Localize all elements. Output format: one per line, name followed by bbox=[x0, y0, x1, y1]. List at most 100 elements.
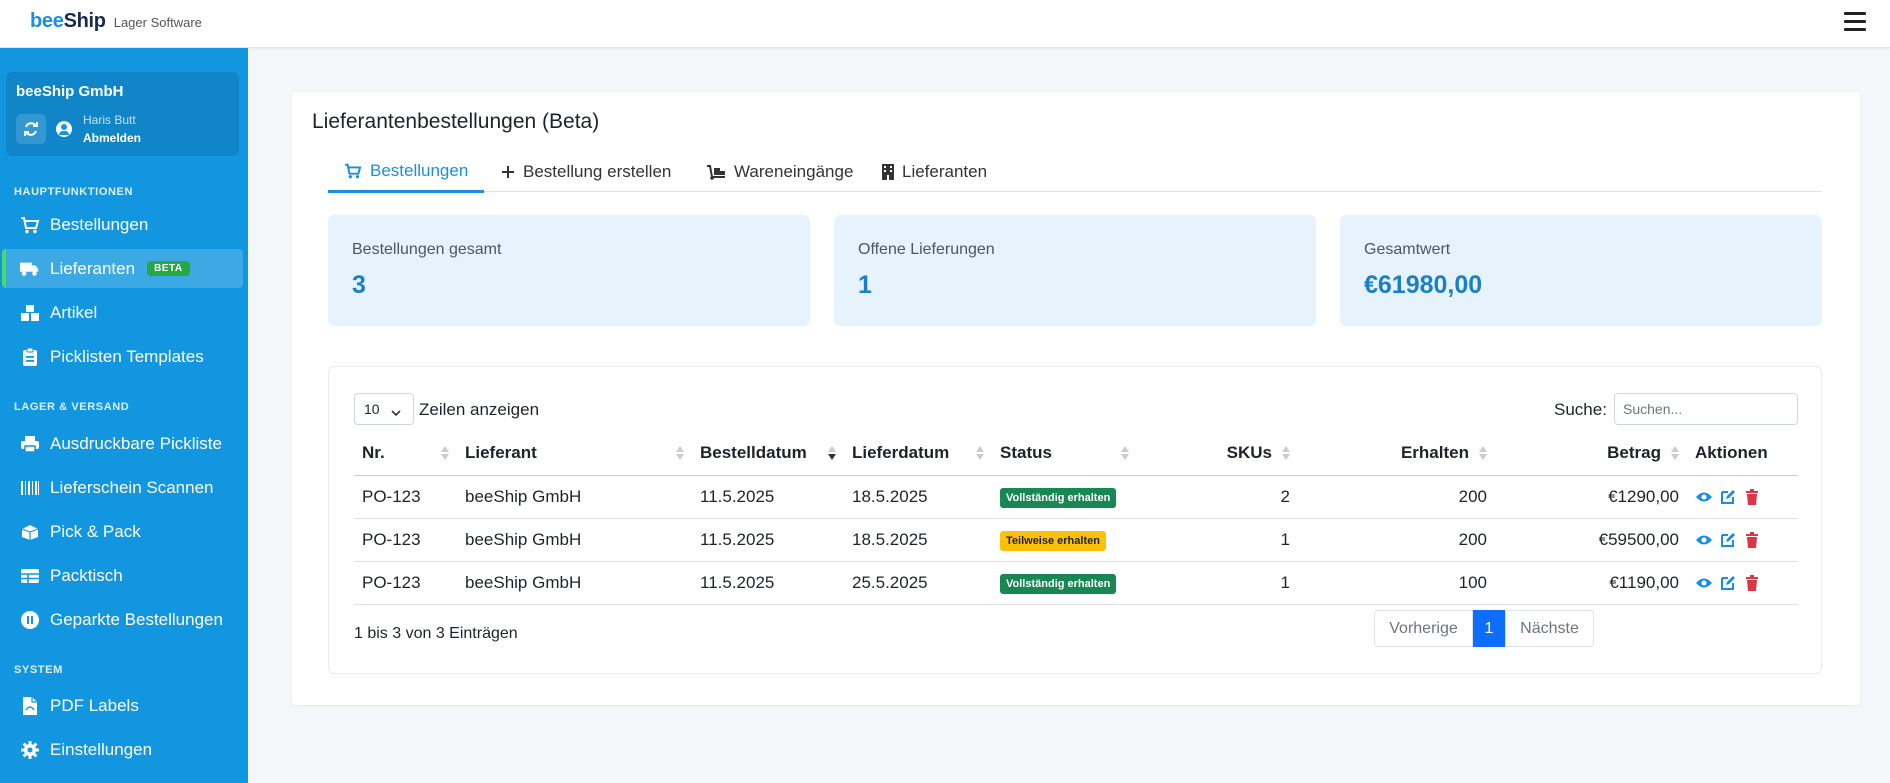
sidebar-item-label: Picklisten Templates bbox=[50, 346, 204, 366]
column-header-skus[interactable]: SKUs bbox=[1137, 431, 1298, 476]
sidebar-item-einstellungen[interactable]: Einstellungen bbox=[2, 730, 243, 769]
sidebar-item-label: Ausdruckbare Pickliste bbox=[50, 433, 222, 453]
tab-bestellungen[interactable]: Bestellungen bbox=[328, 152, 485, 193]
view-icon[interactable] bbox=[1695, 488, 1713, 506]
sidebar-item-picklisten-templates[interactable]: Picklisten Templates bbox=[2, 337, 243, 376]
brand-name-part1: bee bbox=[30, 10, 64, 32]
sidebar-item-pdf-labels[interactable]: PDF Labels bbox=[2, 686, 243, 725]
sort-icon bbox=[441, 446, 449, 460]
search-label: Suche: bbox=[1554, 400, 1607, 419]
search-input[interactable] bbox=[1614, 393, 1798, 425]
page-title: Lieferantenbestellungen (Beta) bbox=[312, 110, 600, 133]
pagination-page-button[interactable]: 1 bbox=[1473, 610, 1505, 647]
cell-nr: PO-123 bbox=[354, 518, 457, 562]
delete-icon[interactable] bbox=[1743, 488, 1761, 506]
sidebar-item-ausdruckbare-pickliste[interactable]: Ausdruckbare Pickliste bbox=[2, 424, 243, 463]
building-icon bbox=[882, 164, 894, 180]
cell-order-date: 11.5.2025 bbox=[692, 475, 844, 519]
table-header-row: Nr. Lieferant Bestelldatum Lieferdatum S… bbox=[354, 431, 1798, 476]
page-length-select[interactable]: 10 bbox=[354, 393, 414, 425]
column-header-label: Status bbox=[1000, 442, 1052, 462]
cell-amount: €1190,00 bbox=[1495, 561, 1687, 605]
sidebar-item-geparkte-bestellungen[interactable]: Geparkte Bestellungen bbox=[2, 600, 243, 639]
delete-icon[interactable] bbox=[1743, 574, 1761, 592]
cell-supplier: beeShip GmbH bbox=[457, 475, 692, 519]
cell-received: 100 bbox=[1298, 561, 1495, 605]
stat-value: 3 bbox=[352, 271, 366, 299]
edit-icon[interactable] bbox=[1719, 574, 1737, 592]
edit-icon[interactable] bbox=[1719, 488, 1737, 506]
column-header-lieferant[interactable]: Lieferant bbox=[457, 431, 692, 476]
column-header-lieferdatum[interactable]: Lieferdatum bbox=[844, 431, 992, 476]
cell-order-date: 11.5.2025 bbox=[692, 561, 844, 605]
sidebar-item-lieferschein-scannen[interactable]: Lieferschein Scannen bbox=[2, 468, 243, 507]
pagination-prev-button[interactable]: Vorherige bbox=[1374, 610, 1473, 647]
section-title-system: SYSTEM bbox=[14, 664, 63, 676]
brand-subtitle: Lager Software bbox=[113, 15, 202, 30]
brand-logo[interactable]: bee Ship Lager Software bbox=[30, 10, 202, 33]
main-card: Lieferantenbestellungen (Beta) Bestellun… bbox=[292, 92, 1860, 705]
sync-icon bbox=[24, 122, 38, 136]
cell-supplier: beeShip GmbH bbox=[457, 561, 692, 605]
account-card: beeShip GmbH Haris Butt Abmelden bbox=[6, 72, 239, 156]
stat-card-total-orders: Bestellungen gesamt 3 bbox=[328, 215, 810, 326]
sidebar-item-lieferanten[interactable]: Lieferanten BETA bbox=[2, 249, 243, 288]
sidebar-item-label: Lieferanten bbox=[50, 258, 136, 278]
user-icon bbox=[56, 121, 72, 137]
status-badge: Teilweise erhalten bbox=[1000, 530, 1106, 551]
edit-icon[interactable] bbox=[1719, 531, 1737, 549]
stat-card-total-value: Gesamtwert €61980,00 bbox=[1340, 215, 1822, 326]
stat-label: Offene Lieferungen bbox=[858, 241, 995, 258]
sync-button[interactable] bbox=[16, 114, 46, 144]
brand-name-part2: Ship bbox=[63, 10, 106, 32]
sort-icon bbox=[676, 446, 684, 460]
cell-skus: 1 bbox=[1137, 561, 1298, 605]
sidebar-item-label: Geparkte Bestellungen bbox=[50, 609, 223, 629]
sidebar-item-packtisch[interactable]: Packtisch bbox=[2, 556, 243, 595]
view-icon[interactable] bbox=[1695, 531, 1713, 549]
column-header-betrag[interactable]: Betrag bbox=[1495, 431, 1687, 476]
delete-icon[interactable] bbox=[1743, 531, 1761, 549]
column-header-label: Betrag bbox=[1607, 442, 1661, 462]
barcode-icon bbox=[20, 478, 40, 498]
view-icon[interactable] bbox=[1695, 574, 1713, 592]
page-length-label: Zeilen anzeigen bbox=[419, 400, 540, 419]
sidebar-item-pick-pack[interactable]: Pick & Pack bbox=[2, 512, 243, 551]
sort-icon bbox=[1121, 446, 1129, 460]
table-row: PO-123 beeShip GmbH 11.5.2025 25.5.2025 … bbox=[354, 561, 1798, 605]
tab-wareneingaenge[interactable]: Wareneingänge bbox=[690, 152, 869, 192]
cell-status: Vollständig erhalten bbox=[992, 475, 1137, 519]
pdf-icon bbox=[20, 696, 40, 716]
column-header-aktionen: Aktionen bbox=[1687, 431, 1798, 476]
stat-card-open-deliveries: Offene Lieferungen 1 bbox=[834, 215, 1316, 326]
cell-order-date: 11.5.2025 bbox=[692, 518, 844, 562]
section-title-main: HAUPTFUNKTIONEN bbox=[14, 186, 133, 198]
column-header-nr[interactable]: Nr. bbox=[354, 431, 457, 476]
cell-supplier: beeShip GmbH bbox=[457, 518, 692, 562]
column-header-erhalten[interactable]: Erhalten bbox=[1298, 431, 1495, 476]
tab-bestellung-erstellen[interactable]: Bestellung erstellen bbox=[485, 152, 687, 192]
column-header-label: Aktionen bbox=[1695, 442, 1768, 462]
sidebar-item-bestellungen[interactable]: Bestellungen bbox=[2, 205, 243, 244]
column-header-bestelldatum[interactable]: Bestelldatum bbox=[692, 431, 844, 476]
plus-icon bbox=[501, 165, 515, 179]
cell-status: Vollständig erhalten bbox=[992, 561, 1137, 605]
stat-value: 1 bbox=[858, 271, 872, 299]
column-header-status[interactable]: Status bbox=[992, 431, 1137, 476]
cell-nr: PO-123 bbox=[354, 561, 457, 605]
column-header-label: Erhalten bbox=[1400, 442, 1469, 462]
sidebar-item-label: Einstellungen bbox=[50, 739, 153, 759]
cell-received: 200 bbox=[1298, 475, 1495, 519]
stat-value: €61980,00 bbox=[1364, 271, 1483, 299]
page-length-value: 10 bbox=[364, 401, 380, 417]
tab-label: Bestellungen bbox=[370, 161, 469, 180]
sort-icon bbox=[1282, 446, 1290, 460]
tab-lieferanten[interactable]: Lieferanten bbox=[866, 152, 1003, 192]
pagination: Vorherige 1 Nächste bbox=[1374, 610, 1594, 647]
cell-skus: 2 bbox=[1137, 475, 1298, 519]
pagination-next-button[interactable]: Nächste bbox=[1505, 610, 1594, 647]
menu-toggle-icon[interactable] bbox=[1844, 12, 1866, 34]
column-header-label: Bestelldatum bbox=[700, 442, 807, 462]
logout-link[interactable]: Abmelden bbox=[83, 131, 141, 145]
sidebar-item-artikel[interactable]: Artikel bbox=[2, 293, 243, 332]
